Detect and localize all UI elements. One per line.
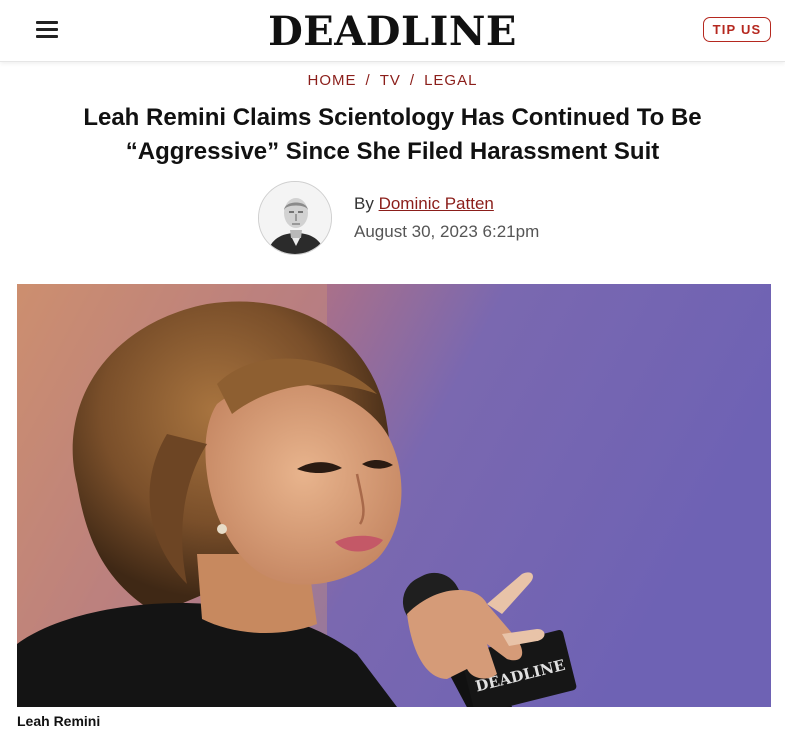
tip-us-button[interactable]: TIP US xyxy=(703,17,771,42)
breadcrumb-home[interactable]: HOME xyxy=(308,72,357,89)
author-line: By Dominic Patten xyxy=(354,190,539,218)
article-title: Leah Remini Claims Scientology Has Conti… xyxy=(40,101,745,169)
breadcrumb-separator: / xyxy=(365,72,371,89)
image-caption: Leah Remini xyxy=(17,713,101,729)
author-avatar[interactable] xyxy=(258,181,332,255)
title-line-1: Leah Remini Claims Scientology Has Conti… xyxy=(83,104,702,131)
breadcrumb: HOME / TV / LEGAL xyxy=(0,72,785,89)
by-label: By xyxy=(354,194,374,213)
breadcrumb-tv[interactable]: TV xyxy=(380,72,401,89)
title-line-2: “Aggressive” Since She Filed Harassment … xyxy=(125,138,660,165)
author-link[interactable]: Dominic Patten xyxy=(379,194,494,213)
site-logo[interactable]: DEADLINE xyxy=(0,8,785,55)
breadcrumb-separator: / xyxy=(409,72,416,89)
breadcrumb-legal[interactable]: LEGAL xyxy=(424,72,477,89)
byline-text: By Dominic Patten August 30, 2023 6:21pm xyxy=(354,190,539,246)
hero-image[interactable]: DEADLINE xyxy=(17,284,771,707)
publish-date: August 30, 2023 6:21pm xyxy=(354,222,540,241)
site-header: DEADLINE TIP US xyxy=(0,0,785,62)
byline: By Dominic Patten August 30, 2023 6:21pm xyxy=(258,181,539,255)
